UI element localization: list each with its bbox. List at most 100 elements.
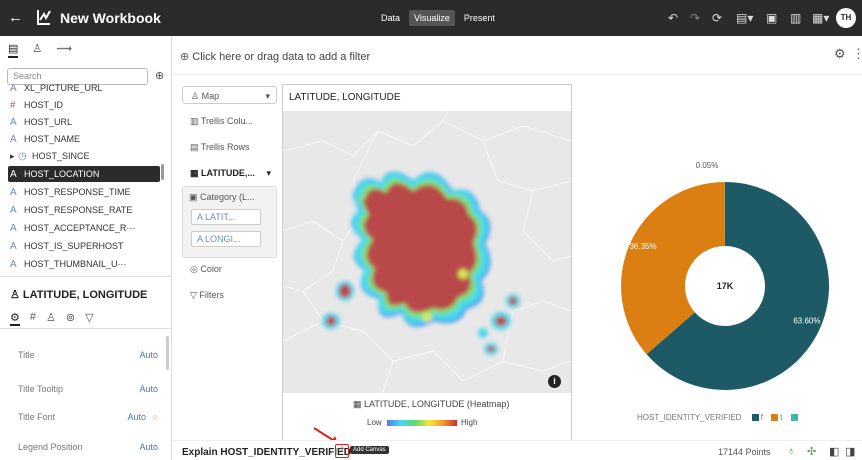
export-icon[interactable]: ▥ [790,11,801,25]
points-count: 17144 Points [718,447,771,457]
refresh-data-icon[interactable]: ⟳ [712,11,722,25]
map-area[interactable]: i [283,111,571,393]
data-label: 0.05% [696,161,719,170]
pill-longitude[interactable]: A LONGI... [191,231,261,247]
filter-icon: ▽ [190,290,200,300]
map-visualization[interactable]: LATITUDE, LONGITUDE i ▦ LATITUDE, LONGIT… [282,84,572,442]
data-element-list: A XL_PICTURE_URL # HOST_ID A HOST_URL A HOST… [0,84,172,274]
undo-icon[interactable]: ↶ [668,11,678,25]
top-bar: ← New Workbook Data Visualize Present ↶ … [0,0,862,36]
viz-type-selector[interactable]: ♙ Map ▾ [182,86,277,104]
category-section: ▣ Category (L... A LATIT... A LONGI... [182,186,277,258]
property-value[interactable]: Auto [127,410,146,424]
chevron-down-icon: ▾ [265,91,270,101]
list-item-selected[interactable]: A HOST_LOCATION [8,166,160,182]
properties-tabs: ⚙ # ♙ ⊚ ▽ [10,311,94,326]
text-type-icon: A [197,212,206,222]
grid-view-icon[interactable]: ◧ [829,445,839,458]
legend-swatch [751,414,759,422]
search-input[interactable]: Search [7,68,148,85]
canvas: ⊕ Click here or drag data to add a filte… [172,36,862,460]
filter-status-icon[interactable]: ♁ [787,445,795,457]
filter-tab-icon[interactable]: ▽ [85,311,93,326]
analytics-tab-icon[interactable]: ⟿ [56,42,72,58]
tab-visualize[interactable]: Visualize [409,10,455,26]
user-avatar[interactable]: TH [836,8,856,28]
list-item[interactable]: A HOST_RESPONSE_TIME [10,184,160,200]
map-layer-icon: ▦ [353,399,365,409]
list-item[interactable]: ▸ ◷ HOST_SINCE [10,148,160,164]
drop-target-category[interactable]: ▣ Category (L... [189,192,255,203]
info-icon[interactable]: i [548,375,561,388]
properties-title: ♙ LATITUDE, LONGITUDE [10,289,148,301]
divider [0,328,171,329]
preview-icon[interactable]: ▣ [766,11,777,25]
list-item[interactable]: A HOST_THUMBNAIL_U··· [10,256,160,272]
properties-scrollbar[interactable] [166,336,169,370]
list-item[interactable]: # HOST_ID [10,97,160,113]
expand-caret-icon[interactable]: ▸ [10,148,18,164]
property-value[interactable]: Auto [139,382,158,396]
legend-label[interactable]: t [780,413,782,422]
data-list-scrollbar[interactable] [161,164,164,180]
heatmap-layer [283,111,571,393]
add-data-icon[interactable]: ⊕ [155,69,164,82]
drop-target-trellis-rows[interactable]: ▤ Trellis Rows [182,138,277,156]
map-layers-tab-icon[interactable]: ♙ [46,311,56,326]
redo-icon[interactable]: ↷ [690,11,700,25]
text-type-icon: A [197,234,206,244]
trellis-rows-icon: ▤ [190,142,201,152]
donut-center-label: 17K [717,281,734,291]
explain-tab[interactable]: Explain HOST_IDENTITY_VERIFIED [182,447,351,458]
tab-data[interactable]: Data [376,10,405,26]
pill-latitude[interactable]: A LATIT... [191,209,261,225]
auto-arrange-icon[interactable]: ✣ [807,445,816,458]
save-icon[interactable]: ▦▾ [812,11,829,25]
font-reset-icon[interactable]: ○ [153,410,158,424]
filter-bar[interactable]: ⊕ Click here or drag data to add a filte… [180,50,370,63]
data-panel: ▤ ♙ ⟿ Search ⊕ A XL_PICTURE_URL # HOST_ID … [0,36,172,460]
text-type-icon: A [10,169,17,180]
canvas-footer: Explain HOST_IDENTITY_VERIFIED + Add Can… [172,440,862,460]
workbook-title[interactable]: New Workbook [60,9,161,27]
auto-apply-icon[interactable]: ▤▾ [736,11,753,25]
analytics-tab-icon[interactable]: ⊚ [66,311,75,326]
tab-present[interactable]: Present [459,10,500,26]
list-item[interactable]: A HOST_ACCEPTANCE_R··· [10,220,160,236]
back-arrow-icon[interactable]: ← [8,9,23,27]
add-canvas-button[interactable]: + [335,444,349,458]
list-item[interactable]: A XL_PICTURE_URL [10,84,160,96]
list-item[interactable]: A HOST_RESPONSE_RATE [10,202,160,218]
map-icon: ♙ [191,91,202,101]
add-filter-icon: ⊕ [180,51,193,63]
property-title-font: Title Font Auto ○ [18,410,158,424]
trellis-columns-icon: ▥ [190,116,201,126]
drop-target-trellis-columns[interactable]: ▥ Trellis Colu... [182,112,277,130]
values-tab-icon[interactable]: # [30,311,36,326]
property-value[interactable]: Auto [139,348,158,362]
visualizations-tab-icon[interactable]: ♙ [32,42,42,58]
data-panel-tabs: ▤ ♙ ⟿ [8,42,72,58]
drop-target-filters[interactable]: ▽ Filters [182,286,277,304]
property-title-tooltip: Title Tooltip Auto [18,382,158,396]
list-item[interactable]: A HOST_IS_SUPERHOST [10,238,160,254]
map-layer-icon: ▦ [190,168,202,178]
property-value[interactable]: Auto [139,440,158,454]
more-options-icon[interactable]: ⋮ [852,46,862,62]
canvas-settings-icon[interactable]: ⚙ [834,46,846,62]
page-view-icon[interactable]: ◨ [845,445,855,458]
legend-label[interactable]: f [761,413,763,422]
general-settings-icon[interactable]: ⚙ [10,311,20,326]
date-type-icon: ◷ [18,151,27,162]
palette-icon: ◎ [190,264,201,274]
property-legend-position: Legend Position Auto [18,440,158,454]
donut-chart[interactable]: 63.60% 36.35% 0.05% 17K [590,106,860,426]
number-type-icon: # [10,100,16,111]
list-item[interactable]: A HOST_URL [10,114,160,130]
map-layer-selector[interactable]: ▦ LATITUDE,... ▾ [182,164,277,182]
divider [0,276,171,277]
list-item[interactable]: A HOST_NAME [10,131,160,147]
grammar-panel: ♙ Map ▾ ▥ Trellis Colu... ▤ Trellis Rows … [182,86,277,386]
data-tab-icon[interactable]: ▤ [8,42,19,58]
drop-target-color[interactable]: ◎ Color [182,260,277,278]
